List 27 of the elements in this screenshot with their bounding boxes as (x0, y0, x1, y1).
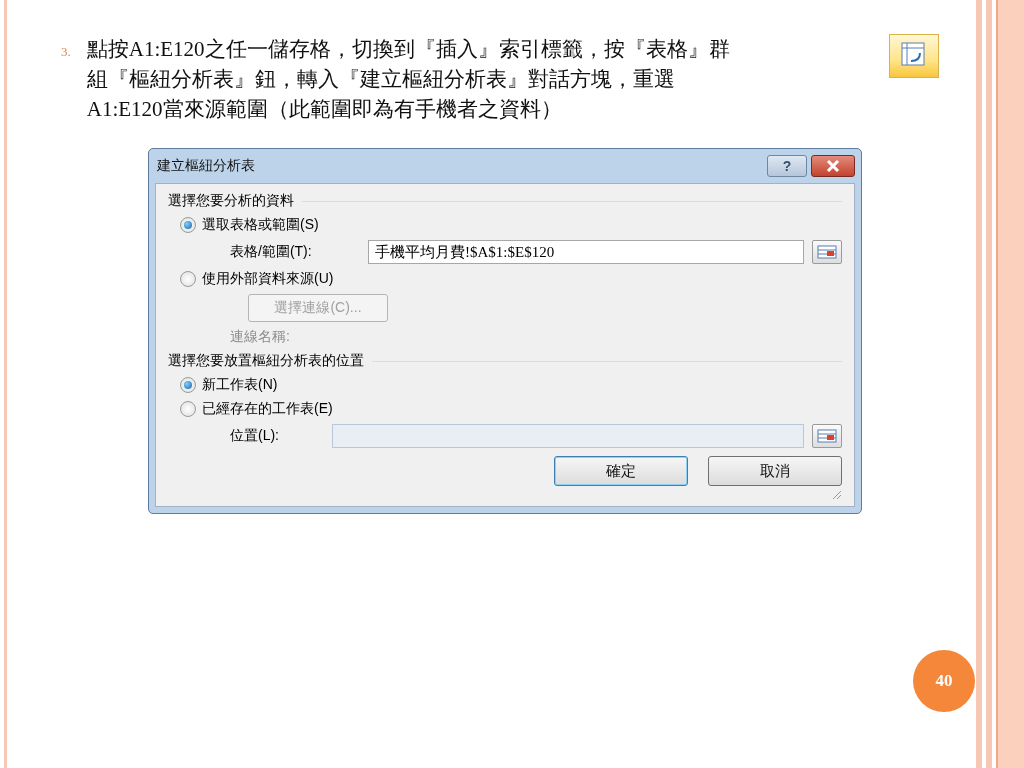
instruction-text: 點按A1:E120之任一儲存格，切換到『插入』索引標籤，按『表格』群 組『樞紐分析表』鈕，轉入『建立樞紐分析表』對話方塊，重選 A1:E120當來源範圍（此範圍即為有手機者之資料） (86, 36, 731, 123)
option-label: 已經存在的工作表(E) (202, 400, 333, 418)
range-picker-icon[interactable] (812, 240, 842, 264)
cancel-button[interactable]: 取消 (708, 456, 842, 486)
ok-button[interactable]: 確定 (554, 456, 688, 486)
radio-button[interactable] (180, 271, 196, 287)
window-title: 建立樞紐分析表 (156, 157, 256, 175)
field-label: 表格/範圍(T): (230, 243, 313, 261)
close-icon (826, 160, 840, 172)
option-label: 新工作表(N) (202, 376, 278, 394)
radio-button[interactable] (180, 217, 196, 233)
connection-name-label: 連線名稱: (230, 328, 291, 346)
field-label: 位置(L): (230, 427, 280, 445)
section-heading: 選擇您要分析的資料 (168, 192, 294, 210)
pivot-table-icon (888, 34, 939, 78)
bullet-number: 3. (61, 44, 71, 60)
range-field[interactable]: 手機平均月費!$A$1:$E$120 (368, 240, 804, 264)
resize-grip-icon[interactable] (830, 488, 842, 500)
help-button[interactable]: ? (767, 155, 807, 177)
close-button[interactable] (811, 155, 855, 177)
option-label: 使用外部資料來源(U) (202, 270, 334, 288)
page-number: 40 (913, 650, 975, 712)
section-heading: 選擇您要放置樞紐分析表的位置 (168, 352, 364, 370)
radio-button[interactable] (180, 377, 196, 393)
option-label: 選取表格或範圍(S) (202, 216, 319, 234)
range-picker-icon[interactable] (812, 424, 842, 448)
radio-button[interactable] (180, 401, 196, 417)
